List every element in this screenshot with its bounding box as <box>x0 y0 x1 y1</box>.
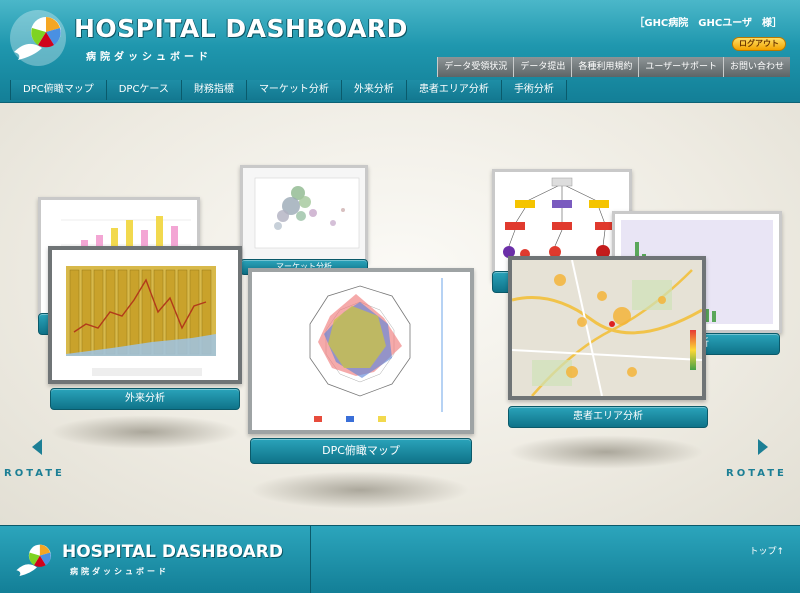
user-info: ［GHC病院 GHCユーザ 様］ <box>634 18 782 29</box>
dolphin-pie-logo-icon <box>16 544 51 577</box>
main-nav: DPC俯瞰マップ DPCケース 財務指標 マーケット分析 外来分析 患者エリア分… <box>10 80 567 100</box>
card-label-dpc-map[interactable]: DPC俯瞰マップ <box>250 438 472 464</box>
back-to-top-link[interactable]: トップ↑ <box>749 544 784 557</box>
card-label-patient-area-analysis[interactable]: 患者エリア分析 <box>508 406 708 428</box>
nav-item-outpatient[interactable]: 外来分析 <box>341 80 407 100</box>
chevron-left-icon[interactable] <box>30 437 44 457</box>
nav-item-market[interactable]: マーケット分析 <box>246 80 342 100</box>
dolphin-pie-logo-icon <box>10 10 66 66</box>
util-link-contact[interactable]: お問い合わせ <box>722 57 790 77</box>
map-thumbnail <box>512 260 702 396</box>
card-outpatient-analysis[interactable] <box>48 246 242 384</box>
utility-links: データ受領状況 データ提出 各種利用規約 ユーザーサポート お問い合わせ <box>437 57 790 77</box>
card-dpc-map[interactable] <box>248 268 474 434</box>
util-link-support[interactable]: ユーザーサポート <box>638 57 723 77</box>
footer-title: HOSPITAL DASHBOARD <box>62 542 283 562</box>
radar-chart-thumbnail <box>252 272 470 430</box>
nav-item-surgery[interactable]: 手術分析 <box>501 80 567 100</box>
util-link-data-status[interactable]: データ受領状況 <box>437 57 514 77</box>
rotate-left-button[interactable]: ROTATE <box>4 468 65 479</box>
card-patient-area-analysis[interactable] <box>508 256 706 400</box>
nav-item-financial[interactable]: 財務指標 <box>181 80 247 100</box>
nav-item-dpc-map[interactable]: DPC俯瞰マップ <box>10 80 107 100</box>
card-shadow <box>50 415 240 449</box>
card-shadow <box>508 435 704 469</box>
app-subtitle: 病院ダッシュボード <box>86 52 212 63</box>
chevron-right-icon[interactable] <box>756 437 770 457</box>
footer-subtitle: 病院ダッシュボード <box>70 567 169 576</box>
bubble-chart-thumbnail <box>243 168 365 260</box>
carousel-stage: マーケット分析 外来分析 患者エリア分析 DPC俯瞰マップ ROTATE ROT… <box>0 103 800 525</box>
card-shadow <box>250 471 470 509</box>
nav-item-patient-area[interactable]: 患者エリア分析 <box>406 80 502 100</box>
util-link-terms[interactable]: 各種利用規約 <box>571 57 639 77</box>
logout-button[interactable]: ログアウト <box>732 37 786 51</box>
rotate-right-button[interactable]: ROTATE <box>726 468 787 479</box>
nav-item-dpc-case[interactable]: DPCケース <box>106 80 182 100</box>
util-link-data-submit[interactable]: データ提出 <box>513 57 572 77</box>
card-market-analysis[interactable] <box>240 165 368 263</box>
card-label-outpatient-analysis[interactable]: 外来分析 <box>50 388 240 410</box>
header: HOSPITAL DASHBOARD 病院ダッシュボード ［GHC病院 GHCユ… <box>0 0 800 103</box>
footer: HOSPITAL DASHBOARD 病院ダッシュボード トップ↑ <box>0 525 800 593</box>
footer-divider <box>310 526 311 593</box>
outpatient-chart-thumbnail <box>52 250 238 380</box>
app-title: HOSPITAL DASHBOARD <box>74 14 408 43</box>
